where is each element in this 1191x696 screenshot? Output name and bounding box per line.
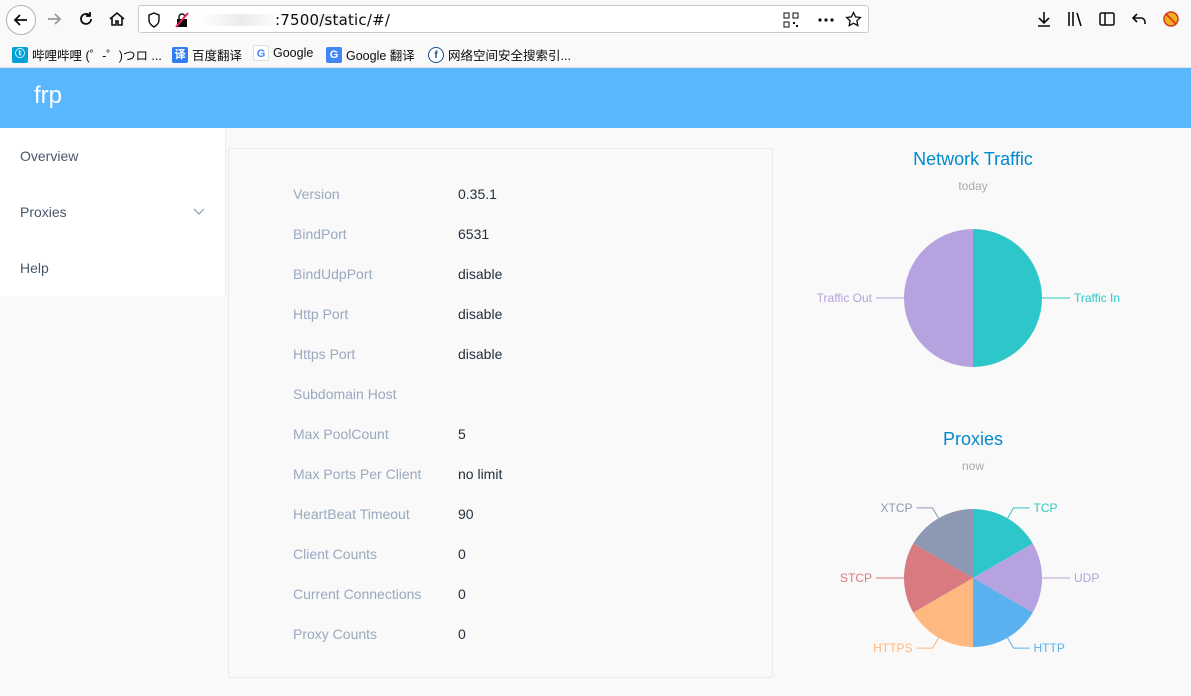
bookmark-google-translate[interactable]: G Google 翻译: [326, 45, 415, 64]
pie-label-https: HTTPS: [873, 641, 912, 655]
info-value: 0: [458, 546, 466, 562]
pie-label-udp: UDP: [1074, 571, 1099, 585]
sidebar: Overview Proxies Help: [0, 128, 226, 296]
forward-button[interactable]: [40, 5, 68, 33]
library-icon[interactable]: [1066, 10, 1084, 28]
info-value: 0.35.1: [458, 186, 497, 202]
sidebar-item-overview[interactable]: Overview: [0, 128, 226, 184]
browser-toolbar: :7500/static/#/: [0, 0, 1191, 38]
bookmark-label: Google: [273, 46, 314, 60]
bookmark-google[interactable]: G Google: [253, 45, 313, 61]
info-value: 5: [458, 426, 466, 442]
info-key: BindPort: [293, 226, 347, 242]
pie-label-xtcp: XTCP: [880, 501, 912, 515]
home-icon: [109, 11, 125, 26]
info-key: Version: [293, 186, 340, 202]
bilibili-icon: ⓣ: [12, 46, 28, 63]
shield-icon[interactable]: [147, 12, 161, 28]
sidebar-item-label: Proxies: [20, 204, 67, 220]
info-value: disable: [458, 346, 503, 362]
app-header: frp: [0, 68, 1191, 128]
bookmark-baidu-translate[interactable]: 译 百度翻译: [172, 45, 242, 64]
url-bar[interactable]: :7500/static/#/: [138, 5, 869, 33]
info-key: Http Port: [293, 306, 349, 322]
url-text[interactable]: :7500/static/#/: [275, 11, 390, 29]
pie-label-line: [1007, 507, 1030, 519]
google-translate-icon: G: [326, 46, 342, 63]
info-value: 6531: [458, 226, 490, 242]
pie-label-line: [916, 637, 939, 649]
reload-icon: [80, 12, 92, 25]
pie-label-line: [1007, 637, 1030, 649]
google-icon: G: [253, 45, 269, 61]
sidebar-item-label: Help: [20, 260, 49, 276]
info-key: Client Counts: [293, 546, 378, 562]
bookmark-bilibili[interactable]: ⓣ 哔哩哔哩 (゜-゜)つロ ...: [12, 45, 162, 64]
brand-logo[interactable]: frp: [34, 82, 62, 110]
pie-label-traffic-out: Traffic Out: [817, 291, 873, 305]
pie-label-traffic-in: Traffic In: [1074, 291, 1120, 305]
info-value: no limit: [458, 466, 503, 482]
info-key: BindUdpPort: [293, 266, 373, 282]
info-key: HeartBeat Timeout: [293, 506, 410, 522]
pie-label-stcp: STCP: [840, 571, 872, 585]
bookmark-search-engine[interactable]: f 网络空间安全搜索引...: [428, 45, 571, 64]
sidebar-item-label: Overview: [20, 148, 79, 164]
bookmark-label: 百度翻译: [192, 49, 243, 63]
info-key: Proxy Counts: [293, 626, 378, 642]
home-button[interactable]: [103, 5, 131, 33]
undo-icon[interactable]: [1130, 10, 1148, 28]
proxies-pie-chart: TCP UDP HTTP HTTPS STCP XTCP: [840, 501, 1099, 655]
insecure-lock-icon[interactable]: [175, 12, 189, 28]
info-key: Https Port: [293, 346, 356, 362]
back-arrow-icon: [13, 14, 27, 26]
bookmark-label: 网络空间安全搜索引...: [448, 49, 571, 63]
forward-arrow-icon: [48, 13, 62, 25]
info-key: Max Ports Per Client: [293, 466, 422, 482]
sidebar-item-proxies[interactable]: Proxies: [0, 184, 226, 240]
info-key: Subdomain Host: [293, 386, 397, 402]
pie-label-line: [916, 507, 939, 519]
info-value: 90: [458, 506, 474, 522]
info-value: 0: [458, 586, 466, 602]
traffic-chart-subtitle: today: [958, 179, 988, 193]
pie-label-tcp: TCP: [1034, 501, 1058, 515]
pie-slice-traffic-out[interactable]: [904, 229, 973, 367]
pie-label-http: HTTP: [1034, 641, 1065, 655]
sidebar-item-help[interactable]: Help: [0, 240, 226, 296]
proxies-chart-title: Proxies: [942, 429, 1004, 449]
info-key: Max PoolCount: [293, 426, 389, 442]
more-actions-icon[interactable]: [817, 12, 835, 28]
baidu-translate-icon: 译: [172, 46, 188, 63]
server-info-card: Version 0.35.1 BindPort 6531 BindUdpPort di…: [228, 148, 773, 678]
info-value: 0: [458, 626, 466, 642]
search-engine-icon: f: [428, 46, 444, 63]
info-value: disable: [458, 306, 503, 322]
pie-slice-traffic-in[interactable]: [973, 229, 1042, 367]
star-icon[interactable]: [845, 11, 862, 28]
reload-button[interactable]: [72, 5, 100, 33]
bookmark-label: Google 翻译: [346, 49, 415, 63]
bookmarks-bar: ⓣ 哔哩哔哩 (゜-゜)つロ ... 译 百度翻译 G Google G Goo…: [0, 38, 1191, 68]
extension-icon[interactable]: [1162, 10, 1180, 28]
back-button[interactable]: [6, 5, 36, 35]
bookmark-label: 哔哩哔哩 (゜-゜)つロ ...: [32, 49, 162, 63]
info-key: Current Connections: [293, 586, 422, 602]
traffic-pie-chart: Traffic In Traffic Out: [817, 229, 1120, 367]
sidebar-toggle-icon[interactable]: [1098, 10, 1116, 28]
chevron-down-icon: [193, 208, 205, 215]
proxies-chart-subtitle: now: [961, 459, 984, 473]
download-icon[interactable]: [1035, 10, 1053, 28]
traffic-chart-title: Network Traffic: [913, 149, 1033, 169]
info-value: disable: [458, 266, 503, 282]
qr-code-icon[interactable]: [783, 12, 799, 28]
